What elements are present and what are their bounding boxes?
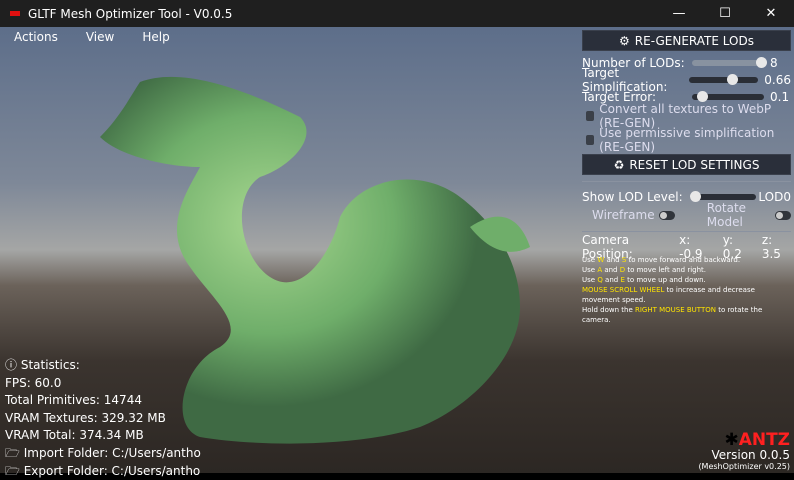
- maximize-button[interactable]: ☐: [702, 0, 748, 27]
- menu-bar: Actions View Help: [6, 30, 190, 44]
- help-text-part: to move up and down.: [624, 276, 706, 284]
- title-bar: GLTF Mesh Optimizer Tool - V0.0.5 — ☐ ✕: [0, 0, 794, 27]
- simplification-row: Target Simplification: 0.66: [582, 65, 791, 94]
- import-folder[interactable]: 🗁 Import Folder: C:/Users/antho: [5, 445, 201, 463]
- help-text-part: to move forward and backward.: [626, 256, 741, 264]
- rotate-model-toggle[interactable]: [774, 210, 791, 220]
- help-line: MOUSE SCROLL WHEEL to increase and decre…: [582, 285, 791, 305]
- minimize-button[interactable]: —: [656, 0, 702, 27]
- brand: ✱ANTZ Version 0.0.5 (MeshOptimizer v0.25…: [698, 430, 790, 472]
- help-key: RIGHT MOUSE BUTTON: [635, 306, 716, 314]
- folder-icon: 🗁: [5, 463, 20, 478]
- wireframe-toggle[interactable]: [658, 210, 675, 220]
- divider: [582, 181, 791, 182]
- help-key: MOUSE SCROLL WHEEL: [582, 286, 665, 294]
- help-text: Use W and S to move forward and backward…: [582, 255, 791, 325]
- close-button[interactable]: ✕: [748, 0, 794, 27]
- help-text-part: and: [602, 276, 621, 284]
- menu-actions[interactable]: Actions: [6, 30, 66, 44]
- simplification-slider[interactable]: [688, 73, 759, 85]
- reset-lod-button[interactable]: ♻ RESET LOD SETTINGS: [582, 154, 791, 175]
- camera-position: Camera Position: x: -0.9 y: 0.2 z: 3.5: [582, 232, 781, 261]
- recycle-icon: ♻: [613, 157, 625, 172]
- help-text-part: Use: [582, 276, 598, 284]
- window-title: GLTF Mesh Optimizer Tool - V0.0.5: [28, 6, 233, 21]
- lod-count-slider[interactable]: [692, 56, 767, 68]
- menu-help[interactable]: Help: [134, 30, 177, 44]
- help-text-part: and: [602, 266, 620, 274]
- info-icon: ⓘ: [5, 358, 18, 372]
- regenerate-lods-button[interactable]: ⚙ RE-GENERATE LODs: [582, 30, 791, 51]
- help-text-part: Use: [582, 256, 598, 264]
- settings-panel: ⚙ RE-GENERATE LODs Number of LODs: 8 Targe…: [582, 30, 791, 325]
- help-text-part: Use: [582, 266, 598, 274]
- lod-level-slider[interactable]: [689, 190, 757, 202]
- help-text-part: Hold down the: [582, 306, 635, 314]
- help-text-part: to move left and right.: [625, 266, 707, 274]
- help-line: Use A and D to move left and right.: [582, 265, 791, 275]
- ant-icon: ✱: [724, 430, 739, 450]
- permissive-checkbox[interactable]: Use permissive simplification (RE-GEN): [582, 126, 791, 154]
- menu-view[interactable]: View: [78, 30, 122, 44]
- gears-icon: ⚙: [619, 33, 630, 48]
- app-icon: [10, 11, 20, 16]
- error-slider[interactable]: [692, 90, 764, 102]
- help-text-part: and: [604, 256, 622, 264]
- antz-logo: ANTZ: [738, 430, 790, 450]
- folder-icon: 🗁: [5, 445, 20, 460]
- help-line: Use Q and E to move up and down.: [582, 275, 791, 285]
- webp-checkbox[interactable]: Convert all textures to WebP (RE-GEN): [582, 102, 791, 130]
- export-folder[interactable]: 🗁 Export Folder: C:/Users/antho: [5, 463, 201, 480]
- statistics-panel: ⓘ Statistics: FPS: 60.0 Total Primitives…: [5, 357, 201, 480]
- toggles-row: Wireframe Rotate Model: [582, 201, 791, 229]
- help-line: Hold down the RIGHT MOUSE BUTTON to rota…: [582, 305, 791, 325]
- help-line: Use W and S to move forward and backward…: [582, 255, 791, 265]
